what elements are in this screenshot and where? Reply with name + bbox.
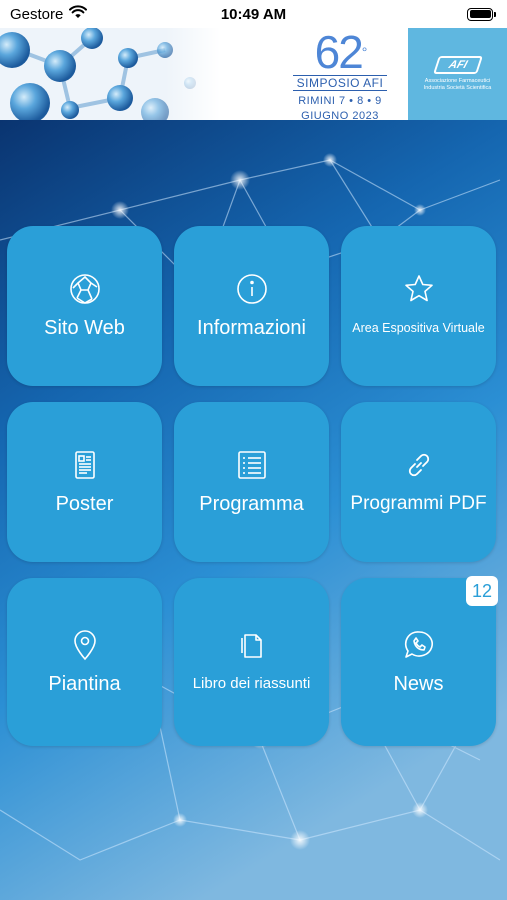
- tile-label: Programma: [199, 493, 304, 515]
- tile-piantina[interactable]: Piantina: [7, 578, 162, 746]
- event-name: SIMPOSIO AFI: [292, 75, 388, 91]
- tile-programmi-pdf[interactable]: Programmi PDF: [341, 402, 496, 562]
- tile-label: News: [393, 673, 444, 695]
- tile-label: Informazioni: [197, 317, 306, 339]
- tile-sito-web[interactable]: Sito Web: [7, 226, 162, 386]
- link-icon: [402, 448, 436, 482]
- wifi-icon: [69, 5, 88, 23]
- tile-area-espositiva-virtuale[interactable]: Area Espositiva Virtuale: [341, 226, 496, 386]
- list-icon: [235, 448, 269, 482]
- chat-icon: [402, 628, 436, 662]
- tile-poster[interactable]: Poster: [7, 402, 162, 562]
- tile-label: Area Espositiva Virtuale: [352, 321, 485, 335]
- map-pin-icon: [68, 628, 102, 662]
- tile-label: Sito Web: [44, 317, 125, 339]
- tile-label: Programmi PDF: [350, 493, 487, 514]
- event-date: GIUGNO 2023: [301, 110, 379, 120]
- afi-logo: AFI Associazione Farmaceutici Industria …: [408, 28, 507, 120]
- event-number: 62°: [314, 28, 368, 78]
- event-place: RIMINI 7 • 8 • 9: [298, 95, 382, 107]
- carrier-label: Gestore: [10, 5, 64, 23]
- tile-programma[interactable]: Programma: [174, 402, 329, 562]
- event-logo: 62° SIMPOSIO AFI RIMINI 7 • 8 • 9 GIUGNO…: [280, 28, 400, 120]
- globe-icon: [68, 272, 102, 306]
- news-count-badge: 12: [466, 576, 498, 606]
- battery-icon: [467, 7, 496, 21]
- afi-logo-mark: AFI: [432, 56, 483, 74]
- afi-logo-text: Associazione Farmaceutici Industria Soci…: [423, 78, 492, 91]
- tile-label: Piantina: [48, 673, 121, 695]
- tile-label: Poster: [55, 493, 114, 515]
- info-icon: [235, 272, 269, 306]
- molecules-image: [0, 28, 220, 120]
- header-banner: 62° SIMPOSIO AFI RIMINI 7 • 8 • 9 GIUGNO…: [0, 28, 507, 120]
- tile-label: Libro dei riassunti: [192, 675, 311, 692]
- tile-libro-dei-riassunti[interactable]: Libro dei riassunti: [174, 578, 329, 746]
- document-icon: [68, 448, 102, 482]
- tile-news[interactable]: News 12: [341, 576, 498, 746]
- status-left: Gestore: [10, 5, 88, 23]
- status-bar: Gestore 10:49 AM: [0, 0, 507, 28]
- files-icon: [235, 628, 269, 662]
- star-icon: [402, 272, 436, 306]
- tile-informazioni[interactable]: Informazioni: [174, 226, 329, 386]
